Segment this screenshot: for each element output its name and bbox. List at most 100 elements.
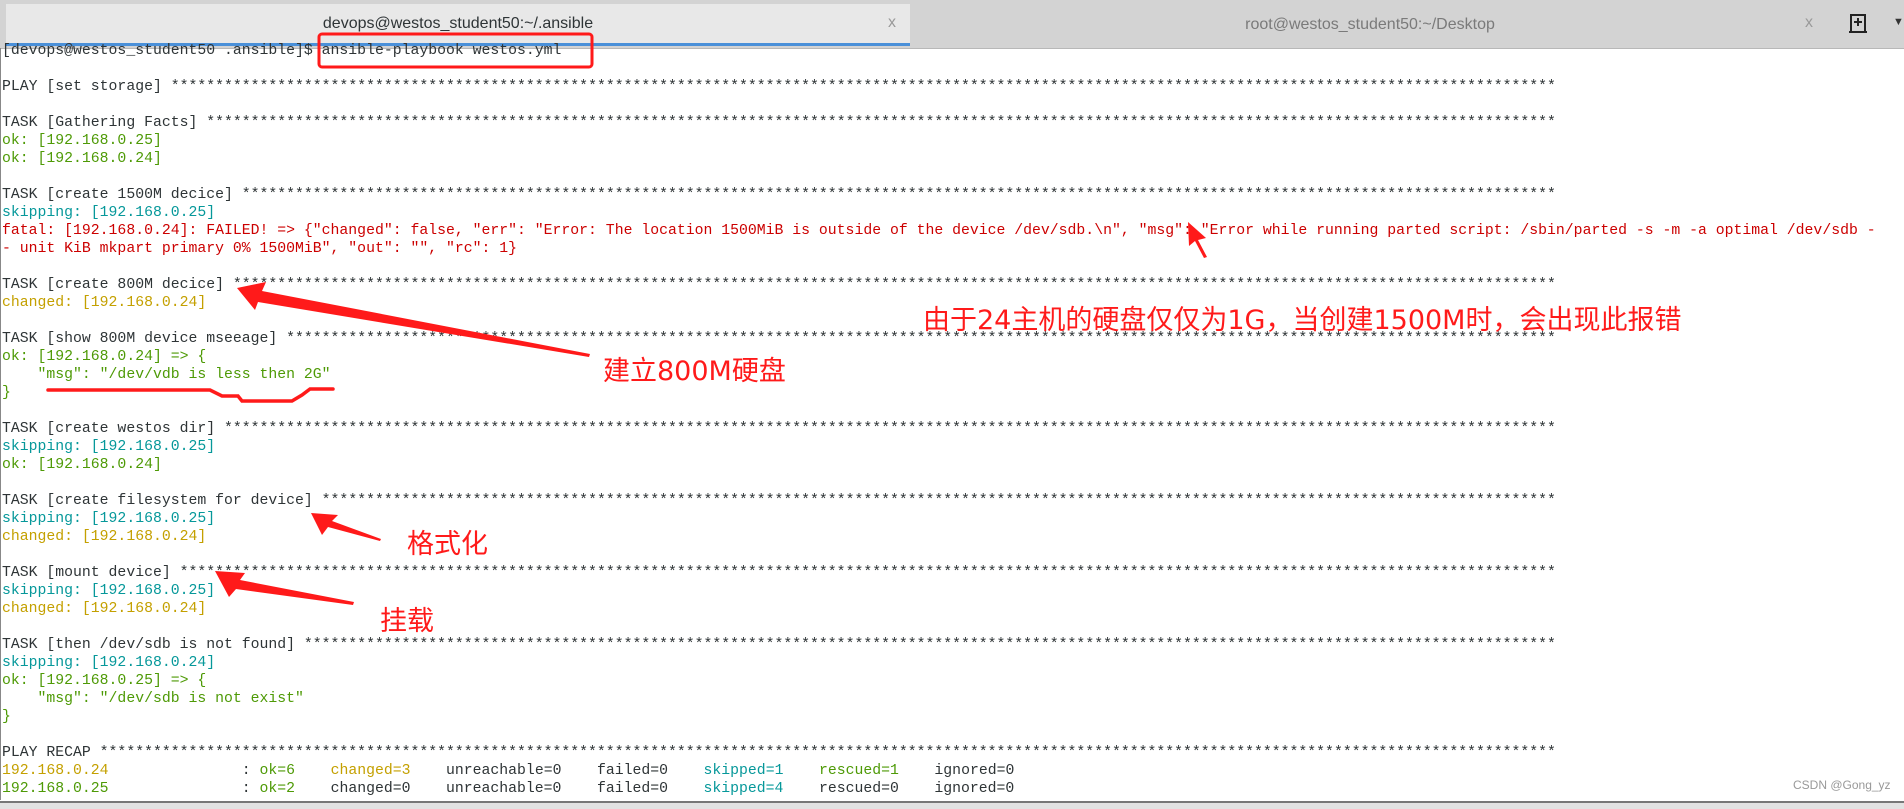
terminal-text: PLAY [set storage]: [2, 79, 162, 95]
terminal-text: ok: [192.168.0.24]: [2, 457, 162, 473]
error-explanation-note: 由于24主机的硬盘仅仅为1G，当创建1500M时，会出现此报错: [923, 305, 1682, 336]
terminal-text: fatal: [192.168.0.24]: FAILED! => {"chan…: [2, 223, 1876, 239]
rule-stars: ****************************************…: [312, 493, 1556, 509]
terminal-line: - unit KiB mkpart primary 0% 1500MiB", "…: [2, 240, 1876, 258]
terminal-line: TASK [create westos dir] ***************…: [2, 420, 1876, 438]
terminal-text: PLAY RECAP: [2, 745, 91, 761]
terminal-text: TASK [create filesystem for device]: [2, 493, 313, 509]
terminal-text: ok: [192.168.0.24] => {: [2, 349, 207, 365]
terminal-line: [devops@westos_student50 .ansible]$ ansi…: [2, 42, 1876, 60]
terminal-text: changed: [192.168.0.24]: [2, 295, 207, 311]
terminal-line: PLAY RECAP *****************************…: [2, 744, 1876, 762]
format-note: 格式化: [407, 529, 488, 560]
terminal-text: TASK [Gathering Facts]: [2, 115, 198, 131]
terminal-line: ok: [192.168.0.24]: [2, 456, 1876, 474]
chevron-down-icon[interactable]: ▼: [1893, 16, 1904, 28]
terminal-line: TASK [then /dev/sdb is not found] ******…: [2, 636, 1876, 654]
terminal-text: 192.168.0.25: [2, 781, 109, 797]
tab-devops-ansible[interactable]: devops@westos_student50:~/.ansible x: [6, 4, 910, 46]
terminal-text: changed: [192.168.0.24]: [2, 601, 207, 617]
terminal-line: TASK [mount device] ********************…: [2, 564, 1876, 582]
terminal-text: :: [108, 763, 260, 779]
tab-title: devops@westos_student50:~/.ansible: [322, 14, 594, 32]
terminal-text: rescued=0 ignored=0: [783, 781, 1015, 797]
terminal-text: ok=2: [259, 781, 296, 797]
terminal-line: skipping: [192.168.0.25]: [2, 510, 1876, 528]
terminal-line: TASK [create 800M decice] **************…: [2, 276, 1876, 294]
terminal-text: TASK [create 800M decice]: [2, 277, 224, 293]
watermark: CSDN @Gong_yz: [1793, 778, 1891, 792]
terminal-line: changed: [192.168.0.24]: [2, 600, 1876, 618]
rule-stars: ****************************************…: [90, 745, 1556, 761]
mount-note: 挂载: [380, 606, 434, 637]
terminal-text: TASK [create westos dir]: [2, 421, 216, 437]
terminal-text: skipping: [192.168.0.25]: [2, 205, 216, 221]
terminal-line: TASK [create 1500M decice] *************…: [2, 186, 1876, 204]
terminal-line: "msg": "/dev/sdb is not exist": [2, 690, 1876, 708]
terminal-line: ok: [192.168.0.25]: [2, 132, 1876, 150]
terminal-text: :: [108, 781, 260, 797]
terminal-text: TASK [mount device]: [2, 565, 171, 581]
terminal-line: skipping: [192.168.0.24]: [2, 654, 1876, 672]
terminal-line: skipping: [192.168.0.25]: [2, 438, 1876, 456]
terminal-text: TASK [show 800M device mseeage]: [2, 331, 278, 347]
terminal-line: PLAY [set storage] *********************…: [2, 78, 1876, 96]
terminal-line: ok: [192.168.0.24] => {: [2, 348, 1876, 366]
terminal-text: [devops@westos_student50 .ansible]$ ansi…: [2, 43, 562, 59]
terminal-text: }: [2, 385, 11, 401]
terminal-line: TASK [create filesystem for device] ****…: [2, 492, 1876, 510]
rule-stars: ****************************************…: [224, 277, 1556, 293]
rule-stars: ****************************************…: [215, 421, 1556, 437]
terminal-text: TASK [create 1500M decice]: [2, 187, 233, 203]
rule-stars: ****************************************…: [170, 565, 1556, 581]
new-tab-icon[interactable]: [1848, 12, 1868, 34]
terminal-line: "msg": "/dev/vdb is less then 2G": [2, 366, 1876, 384]
rule-stars: ****************************************…: [161, 79, 1556, 95]
terminal-text: }: [2, 709, 11, 725]
terminal-text: skipping: [192.168.0.25]: [2, 439, 216, 455]
bottom-taskbar: [0, 801, 1904, 809]
tab-title: root@westos_student50:~/Desktop: [1245, 16, 1495, 33]
tab-root-desktop[interactable]: root@westos_student50:~/Desktop x: [913, 4, 1827, 46]
close-icon[interactable]: x: [888, 14, 896, 32]
terminal-text: changed: [192.168.0.24]: [2, 529, 207, 545]
terminal-text: "msg": "/dev/vdb is less then 2G": [2, 367, 331, 383]
terminal-line: ok: [192.168.0.24]: [2, 150, 1876, 168]
rule-stars: ****************************************…: [295, 637, 1556, 653]
terminal-line: skipping: [192.168.0.25]: [2, 582, 1876, 600]
terminal-text: rescued=1: [818, 763, 899, 779]
rule-stars: ****************************************…: [232, 187, 1556, 203]
terminal-text: skipping: [192.168.0.25]: [2, 583, 216, 599]
terminal-text: "msg": "/dev/sdb is not exist": [2, 691, 304, 707]
terminal-text: skipping: [192.168.0.24]: [2, 655, 216, 671]
terminal-text: ok: [192.168.0.25] => {: [2, 673, 207, 689]
terminal-line: TASK [Gathering Facts] *****************…: [2, 114, 1876, 132]
terminal-line: }: [2, 708, 1876, 726]
terminal-line: changed: [192.168.0.24]: [2, 528, 1876, 546]
terminal-text: ok: [192.168.0.25]: [2, 133, 162, 149]
create-800m-note: 建立800M硬盘: [603, 356, 786, 387]
terminal-output[interactable]: [devops@westos_student50 .ansible]$ ansi…: [2, 42, 1876, 798]
terminal-line: }: [2, 384, 1876, 402]
terminal-text: changed=0 unreachable=0 failed=0: [295, 781, 704, 797]
terminal-text: TASK [then /dev/sdb is not found]: [2, 637, 296, 653]
terminal-text: ignored=0: [898, 763, 1015, 779]
terminal-text: ok=6: [259, 763, 296, 779]
terminal-text: skipped=4: [703, 781, 784, 797]
close-icon[interactable]: x: [1805, 14, 1813, 32]
terminal-text: unreachable=0 failed=0: [410, 763, 704, 779]
terminal-line: skipping: [192.168.0.25]: [2, 204, 1876, 222]
terminal-line: ok: [192.168.0.25] => {: [2, 672, 1876, 690]
window-border: [0, 48, 1, 800]
